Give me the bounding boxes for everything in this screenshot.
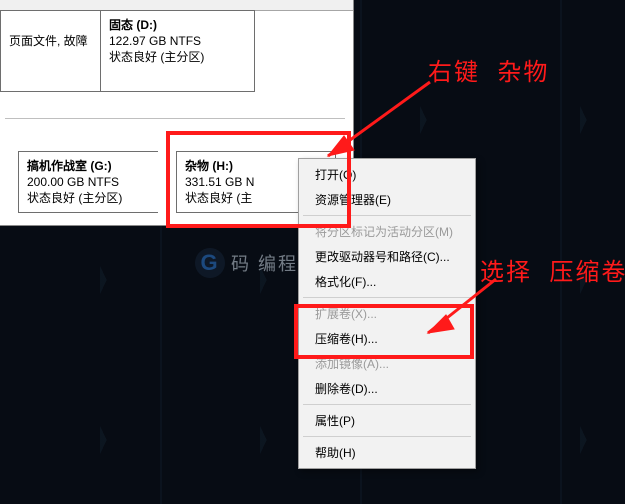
watermark-logo-icon: G (195, 248, 225, 278)
watermark: G 码 编程 (195, 248, 298, 278)
volume-title: 搞机作战室 (G:) (27, 158, 150, 174)
menu-separator (303, 436, 471, 437)
watermark-text: 码 编程 (231, 250, 298, 276)
callout-text: 杂物 (497, 59, 549, 86)
callout-text: 压缩卷 (549, 259, 625, 286)
volume-status: 状态良好 (主分区) (27, 190, 150, 206)
volume-system-partial[interactable]: 页面文件, 故障 (0, 10, 100, 92)
volume-size: 200.00 GB NTFS (27, 174, 150, 190)
arrow-icon (310, 78, 440, 168)
row-separator (5, 118, 345, 119)
menu-separator (303, 404, 471, 405)
disk-row-1: 页面文件, 故障 固态 (D:) 122.97 GB NTFS 状态良好 (主分… (0, 10, 353, 95)
callout-text: 选择 (480, 259, 532, 286)
volume-size: 122.97 GB NTFS (109, 33, 246, 49)
callout-text: 右键 (428, 59, 480, 86)
volume-title: 固态 (D:) (109, 17, 246, 33)
menu-delete[interactable]: 删除卷(D)... (301, 376, 473, 401)
menu-change-letter[interactable]: 更改驱动器号和路径(C)... (301, 244, 473, 269)
volume-info: 页面文件, 故障 (9, 33, 92, 49)
volume-d[interactable]: 固态 (D:) 122.97 GB NTFS 状态良好 (主分区) (100, 10, 255, 92)
volume-status: 状态良好 (主分区) (109, 49, 246, 65)
callout-select-shrink: 选择 压缩卷 (480, 252, 625, 287)
callout-rightclick: 右键 杂物 (428, 52, 549, 87)
menu-help[interactable]: 帮助(H) (301, 440, 473, 465)
volume-g[interactable]: 搞机作战室 (G:) 200.00 GB NTFS 状态良好 (主分区) (18, 151, 158, 213)
menu-properties[interactable]: 属性(P) (301, 408, 473, 433)
